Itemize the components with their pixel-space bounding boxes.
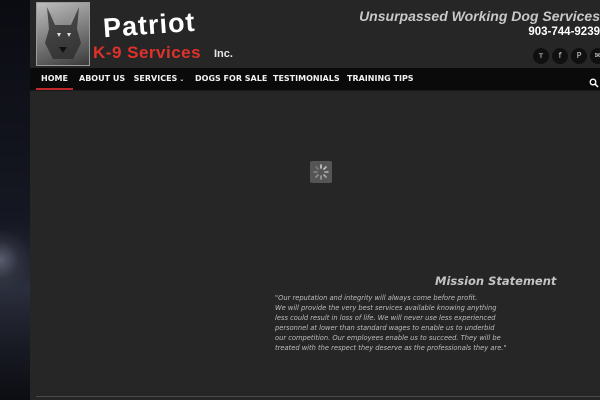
phone-number[interactable]: 903-744-9239 — [528, 26, 600, 38]
dog-head-icon — [45, 7, 81, 59]
mission-line: personnel at lower than standard wages t… — [275, 324, 495, 332]
main-navigation: HOME ABOUT US SERVICES ⌄ DOGS FOR SALE TE… — [30, 68, 600, 91]
mission-statement-heading: Mission Statement — [435, 274, 557, 288]
nav-training-tips[interactable]: TRAINING TIPS — [347, 68, 414, 90]
facebook-icon[interactable]: f — [552, 48, 568, 64]
nav-about-us[interactable]: ABOUT US — [79, 68, 125, 90]
mission-line: treated with the respect they deserve as… — [275, 344, 507, 352]
logo-title[interactable]: Patriot — [102, 7, 196, 44]
nav-home[interactable]: HOME — [36, 68, 73, 90]
loading-spinner-icon — [310, 161, 332, 183]
mission-line: We will provide the very best services a… — [275, 304, 497, 312]
site-header: Patriot K-9 Services Inc. Unsurpassed Wo… — [30, 0, 600, 68]
pinterest-icon[interactable]: P — [571, 48, 587, 64]
twitter-icon[interactable]: ᴛ — [533, 48, 549, 64]
nav-services-label: SERVICES — [133, 74, 178, 83]
mission-line: our competition. Our employees enable us… — [275, 334, 501, 342]
background-image-strip — [0, 0, 30, 400]
email-icon[interactable]: ✉ — [590, 48, 600, 64]
nav-services[interactable]: SERVICES ⌄ — [133, 68, 185, 90]
page-container: Patriot K-9 Services Inc. Unsurpassed Wo… — [30, 0, 600, 400]
logo-dog-badge[interactable] — [36, 2, 90, 66]
logo-subtitle[interactable]: K-9 Services — [93, 43, 201, 63]
footer-divider — [36, 396, 600, 397]
mission-line: "Our reputation and integrity will alway… — [275, 294, 478, 302]
mission-statement-text: "Our reputation and integrity will alway… — [275, 293, 530, 353]
chevron-down-icon: ⌄ — [179, 76, 185, 83]
main-content: Mission Statement "Our reputation and in… — [30, 91, 600, 400]
site-tagline: Unsurpassed Working Dog Services — [359, 8, 600, 24]
nav-testimonials[interactable]: TESTIMONIALS — [273, 68, 340, 90]
search-icon[interactable] — [589, 73, 599, 88]
nav-dogs-for-sale[interactable]: DOGS FOR SALE — [195, 68, 267, 90]
logo-suffix: Inc. — [214, 48, 233, 60]
mission-line: less could result in loss of life. We wi… — [275, 314, 496, 322]
